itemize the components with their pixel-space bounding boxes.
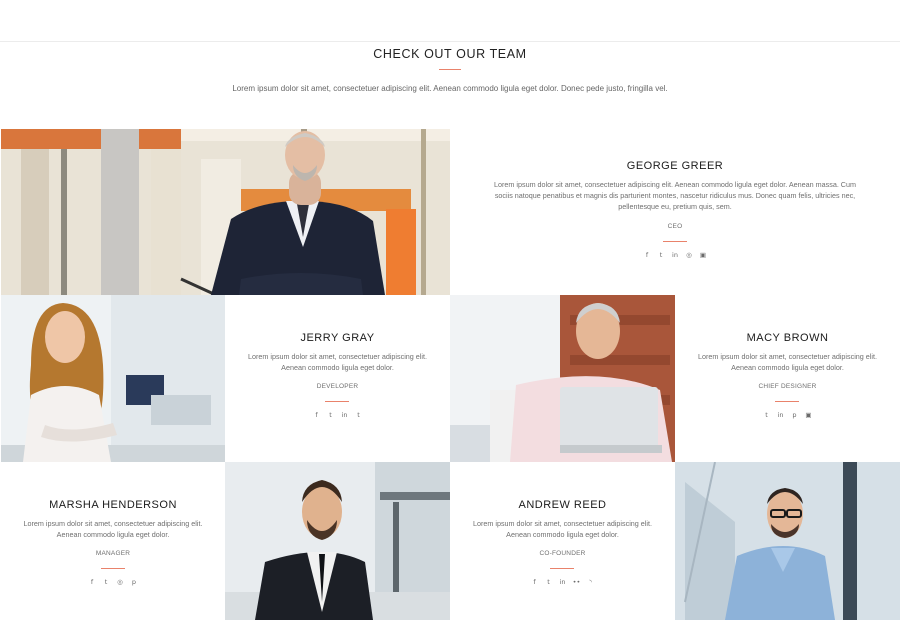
rss-icon[interactable]: ◝ [587,578,595,586]
member-role: MANAGER [95,550,131,557]
jerry-gray-photo [1,295,225,462]
twitter-icon[interactable]: t [763,411,771,419]
linkedin-icon[interactable]: in [341,411,349,419]
twitter-icon[interactable]: t [102,578,110,586]
member-description: Lorem ipsum dolor sit amet, consectetuer… [494,180,856,211]
tumblr-icon[interactable]: t [355,411,363,419]
facebook-icon[interactable]: f [313,411,321,419]
section-title: CHECK OUT OUR TEAM [373,47,527,61]
marsha-henderson-photo [225,462,450,620]
member-name: MACY BROWN [746,332,829,344]
social-links: f t ◎ p [1,578,225,586]
top-bar [0,0,900,42]
facebook-icon[interactable]: f [531,578,539,586]
linkedin-icon[interactable]: in [559,578,567,586]
member-description: Lorem ipsum dolor sit amet, consectetuer… [698,352,877,372]
social-links: f t in •• ◝ [450,578,675,586]
member-card-jerry-gray: JERRY GRAY Lorem ipsum dolor sit amet, c… [225,295,450,462]
member-card-andrew-reed: ANDREW REED Lorem ipsum dolor sit amet, … [450,462,675,620]
pinterest-icon[interactable]: p [791,411,799,419]
social-links: t in p ▣ [675,411,900,419]
facebook-icon[interactable]: f [643,251,651,259]
role-accent-line [101,568,125,569]
member-role: DEVELOPER [316,383,359,390]
linkedin-icon[interactable]: in [777,411,785,419]
andrew-reed-photo [675,462,900,620]
member-role: CHIEF DESIGNER [758,383,817,390]
social-links: f t in ◎ ▣ [450,251,900,259]
instagram-icon[interactable]: ▣ [805,411,813,419]
george-greer-photo [1,129,450,295]
linkedin-icon[interactable]: in [671,251,679,259]
member-card-george-greer: GEORGE GREER Lorem ipsum dolor sit amet,… [450,129,900,295]
twitter-icon[interactable]: t [657,251,665,259]
twitter-icon[interactable]: t [327,411,335,419]
facebook-icon[interactable]: f [88,578,96,586]
dribbble-icon[interactable]: ◎ [685,251,693,259]
member-card-marsha-henderson: MARSHA HENDERSON Lorem ipsum dolor sit a… [1,462,225,620]
member-name: GEORGE GREER [626,160,724,172]
instagram-icon[interactable]: ▣ [699,251,707,259]
pinterest-icon[interactable]: p [130,578,138,586]
dribbble-icon[interactable]: ◎ [116,578,124,586]
member-name: JERRY GRAY [300,332,375,344]
macy-brown-photo [450,295,675,462]
member-role: CO-FOUNDER [539,550,586,557]
section-subtitle: Lorem ipsum dolor sit amet, consectetuer… [232,84,668,93]
member-description: Lorem ipsum dolor sit amet, consectetuer… [23,519,203,539]
role-accent-line [325,401,349,402]
member-name: MARSHA HENDERSON [49,499,177,511]
role-accent-line [663,241,687,242]
role-accent-line [550,568,574,569]
member-role: CEO [667,223,683,230]
twitter-icon[interactable]: t [545,578,553,586]
title-accent-line [439,69,461,70]
team-section-header: CHECK OUT OUR TEAM Lorem ipsum dolor sit… [0,41,900,129]
member-card-macy-brown: MACY BROWN Lorem ipsum dolor sit amet, c… [675,295,900,462]
member-description: Lorem ipsum dolor sit amet, consectetuer… [473,519,652,539]
member-description: Lorem ipsum dolor sit amet, consectetuer… [248,352,427,372]
member-name: ANDREW REED [518,499,607,511]
social-links: f t in t [225,411,450,419]
flickr-icon[interactable]: •• [573,578,581,586]
role-accent-line [775,401,799,402]
